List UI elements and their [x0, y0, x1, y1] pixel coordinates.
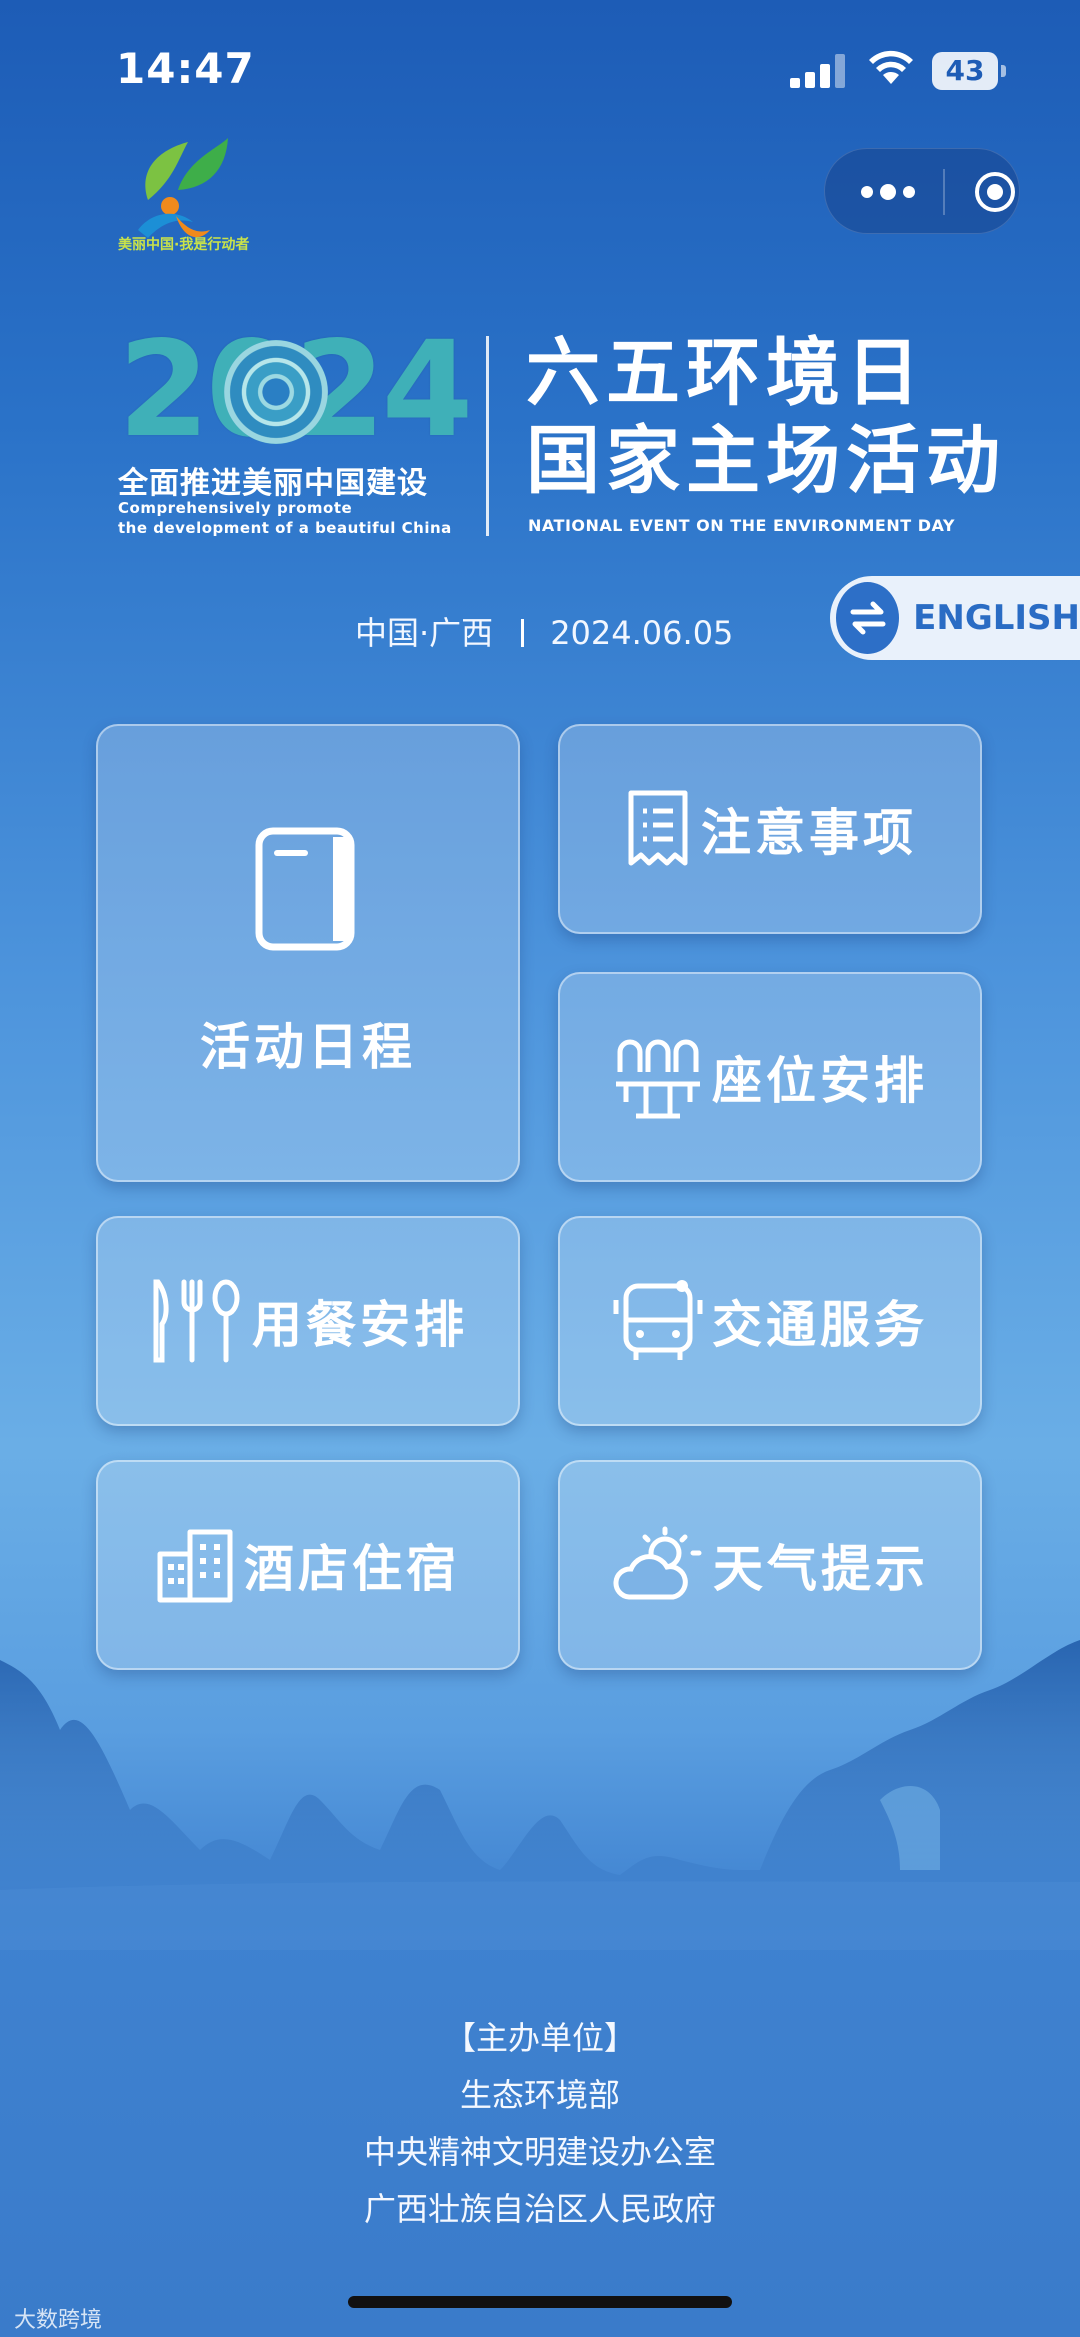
transport-button[interactable]: 交通服务 [558, 1216, 982, 1426]
event-banner: 2024 全面推进美丽中国建设 Comprehensively promote … [118, 324, 1000, 540]
organizer-item: 生态环境部 [459, 2076, 620, 2114]
logo-caption: 美丽中国·我是行动者 [118, 237, 250, 253]
banner-title-en: NATIONAL EVENT ON THE ENVIRONMENT DAY [528, 516, 955, 535]
cellular-signal-icon [790, 52, 846, 88]
wifi-icon [869, 50, 913, 84]
partly-cloudy-icon [611, 1525, 705, 1605]
banner-divider [486, 336, 489, 536]
emblem-icon [224, 340, 328, 444]
miniprogram-capsule [824, 148, 1020, 234]
organizers-heading: 【主办单位】 [443, 2019, 636, 2057]
status-time: 14:47 [116, 44, 255, 93]
weather-label: 天气提示 [713, 1540, 929, 1598]
notice-button[interactable]: 注意事项 [558, 724, 982, 934]
event-date: 2024.06.05 [550, 614, 734, 652]
banner-slogan-cn: 全面推进美丽中国建设 [118, 466, 428, 501]
organizer-item: 中央精神文明建设办公室 [363, 2133, 716, 2171]
organizer-item: 广西壮族自治区人民政府 [363, 2190, 716, 2228]
swap-language-icon [836, 582, 900, 654]
building-icon [156, 1526, 236, 1604]
banner-title-line2: 国家主场活动 [526, 418, 1006, 504]
transport-label: 交通服务 [712, 1296, 928, 1354]
notice-label: 注意事项 [701, 804, 917, 862]
bus-icon [612, 1278, 704, 1364]
seating-button[interactable]: 座位安排 [558, 972, 982, 1182]
karst-landscape-illustration [0, 1640, 1080, 1950]
battery-indicator: 43 [932, 52, 1006, 90]
close-miniprogram-icon[interactable] [973, 170, 1017, 214]
hotel-label: 酒店住宿 [244, 1540, 460, 1598]
receipt-icon [623, 789, 693, 869]
book-icon [253, 827, 363, 951]
seating-label: 座位安排 [712, 1052, 928, 1110]
dining-button[interactable]: 用餐安排 [96, 1216, 520, 1426]
status-bar: 14:47 43 [0, 0, 1080, 140]
seats-icon [612, 1032, 704, 1122]
watermark-text: 大数跨境 [14, 2308, 103, 2333]
event-location: 中国·广西 [355, 614, 494, 652]
organizers-section: 【主办单位】 生态环境部 中央精神文明建设办公室 广西壮族自治区人民政府 [0, 2010, 1080, 2238]
event-location-date: 中国·广西 2024.06.05 [355, 608, 733, 654]
more-menu-button[interactable] [855, 149, 921, 235]
dining-label: 用餐安排 [252, 1296, 468, 1354]
english-button-label: ENGLISH [913, 598, 1080, 638]
schedule-button[interactable]: 活动日程 [96, 724, 520, 1182]
banner-title-line1: 六五环境日 [526, 330, 926, 416]
banner-slogan-en: Comprehensively promote the development … [118, 499, 452, 537]
schedule-label: 活动日程 [200, 1018, 416, 1076]
cutlery-icon [148, 1276, 244, 1366]
english-language-button[interactable]: ENGLISH [830, 576, 1080, 660]
home-indicator[interactable] [348, 2296, 732, 2308]
